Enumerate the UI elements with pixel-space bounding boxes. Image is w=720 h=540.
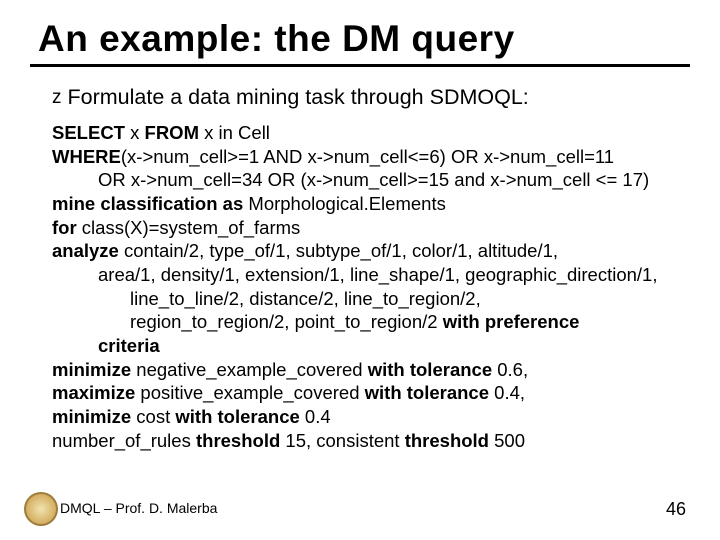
query-body: SELECT x FROM x in Cell WHERE(x->num_cel… — [52, 121, 690, 452]
line-5: for class(X)=system_of_farms — [52, 216, 690, 240]
line-11: minimize negative_example_covered with t… — [52, 358, 690, 382]
line-10: criteria — [52, 334, 690, 358]
line-13: minimize cost with tolerance 0.4 — [52, 405, 690, 429]
line-6: analyze contain/2, type_of/1, subtype_of… — [52, 239, 690, 263]
bullet-marker: z — [52, 85, 62, 111]
page-number: 46 — [666, 499, 686, 520]
bullet-text: Formulate a data mining task through SDM… — [68, 85, 529, 110]
line-12: maximize positive_example_covered with t… — [52, 381, 690, 405]
line-8: line_to_line/2, distance/2, line_to_regi… — [52, 287, 690, 311]
line-9: region_to_region/2, point_to_region/2 wi… — [52, 310, 690, 334]
slide-title: An example: the DM query — [38, 18, 690, 60]
line-14: number_of_rules threshold 15, consistent… — [52, 429, 690, 453]
bullet-item: z Formulate a data mining task through S… — [52, 85, 690, 111]
seal-icon — [24, 492, 58, 526]
line-3: OR x->num_cell=34 OR (x->num_cell>=15 an… — [52, 168, 690, 192]
line-1: SELECT x FROM x in Cell — [52, 121, 690, 145]
title-underline — [30, 64, 690, 67]
line-2: WHERE(x->num_cell>=1 AND x->num_cell<=6)… — [52, 145, 690, 169]
line-4: mine classification as Morphological.Ele… — [52, 192, 690, 216]
footer-text: DMQL – Prof. D. Malerba — [60, 500, 217, 516]
line-7: area/1, density/1, extension/1, line_sha… — [52, 263, 690, 287]
slide: An example: the DM query z Formulate a d… — [0, 0, 720, 540]
